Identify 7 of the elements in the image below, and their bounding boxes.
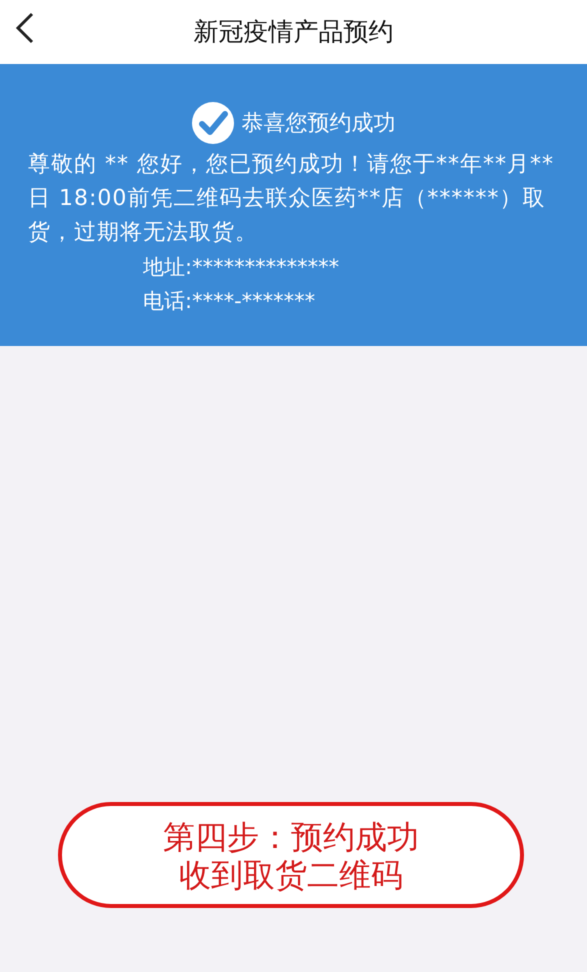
checkmark-icon [192,102,234,144]
success-message: 尊敬的 ** 您好，您已预约成功！请您于**年**月**日 18:00前凭二维码去联众医药**店（******）取货，过期将无法取货。 [28,151,555,247]
page-title: 新冠疫情产品预约 [194,16,394,48]
step-callout: 第四步：预约成功 收到取货二维码 [58,802,524,908]
store-address: 地址:************** [143,255,340,279]
success-heading: 恭喜您预约成功 [242,110,396,138]
store-phone: 电话:****-******* [143,289,316,313]
